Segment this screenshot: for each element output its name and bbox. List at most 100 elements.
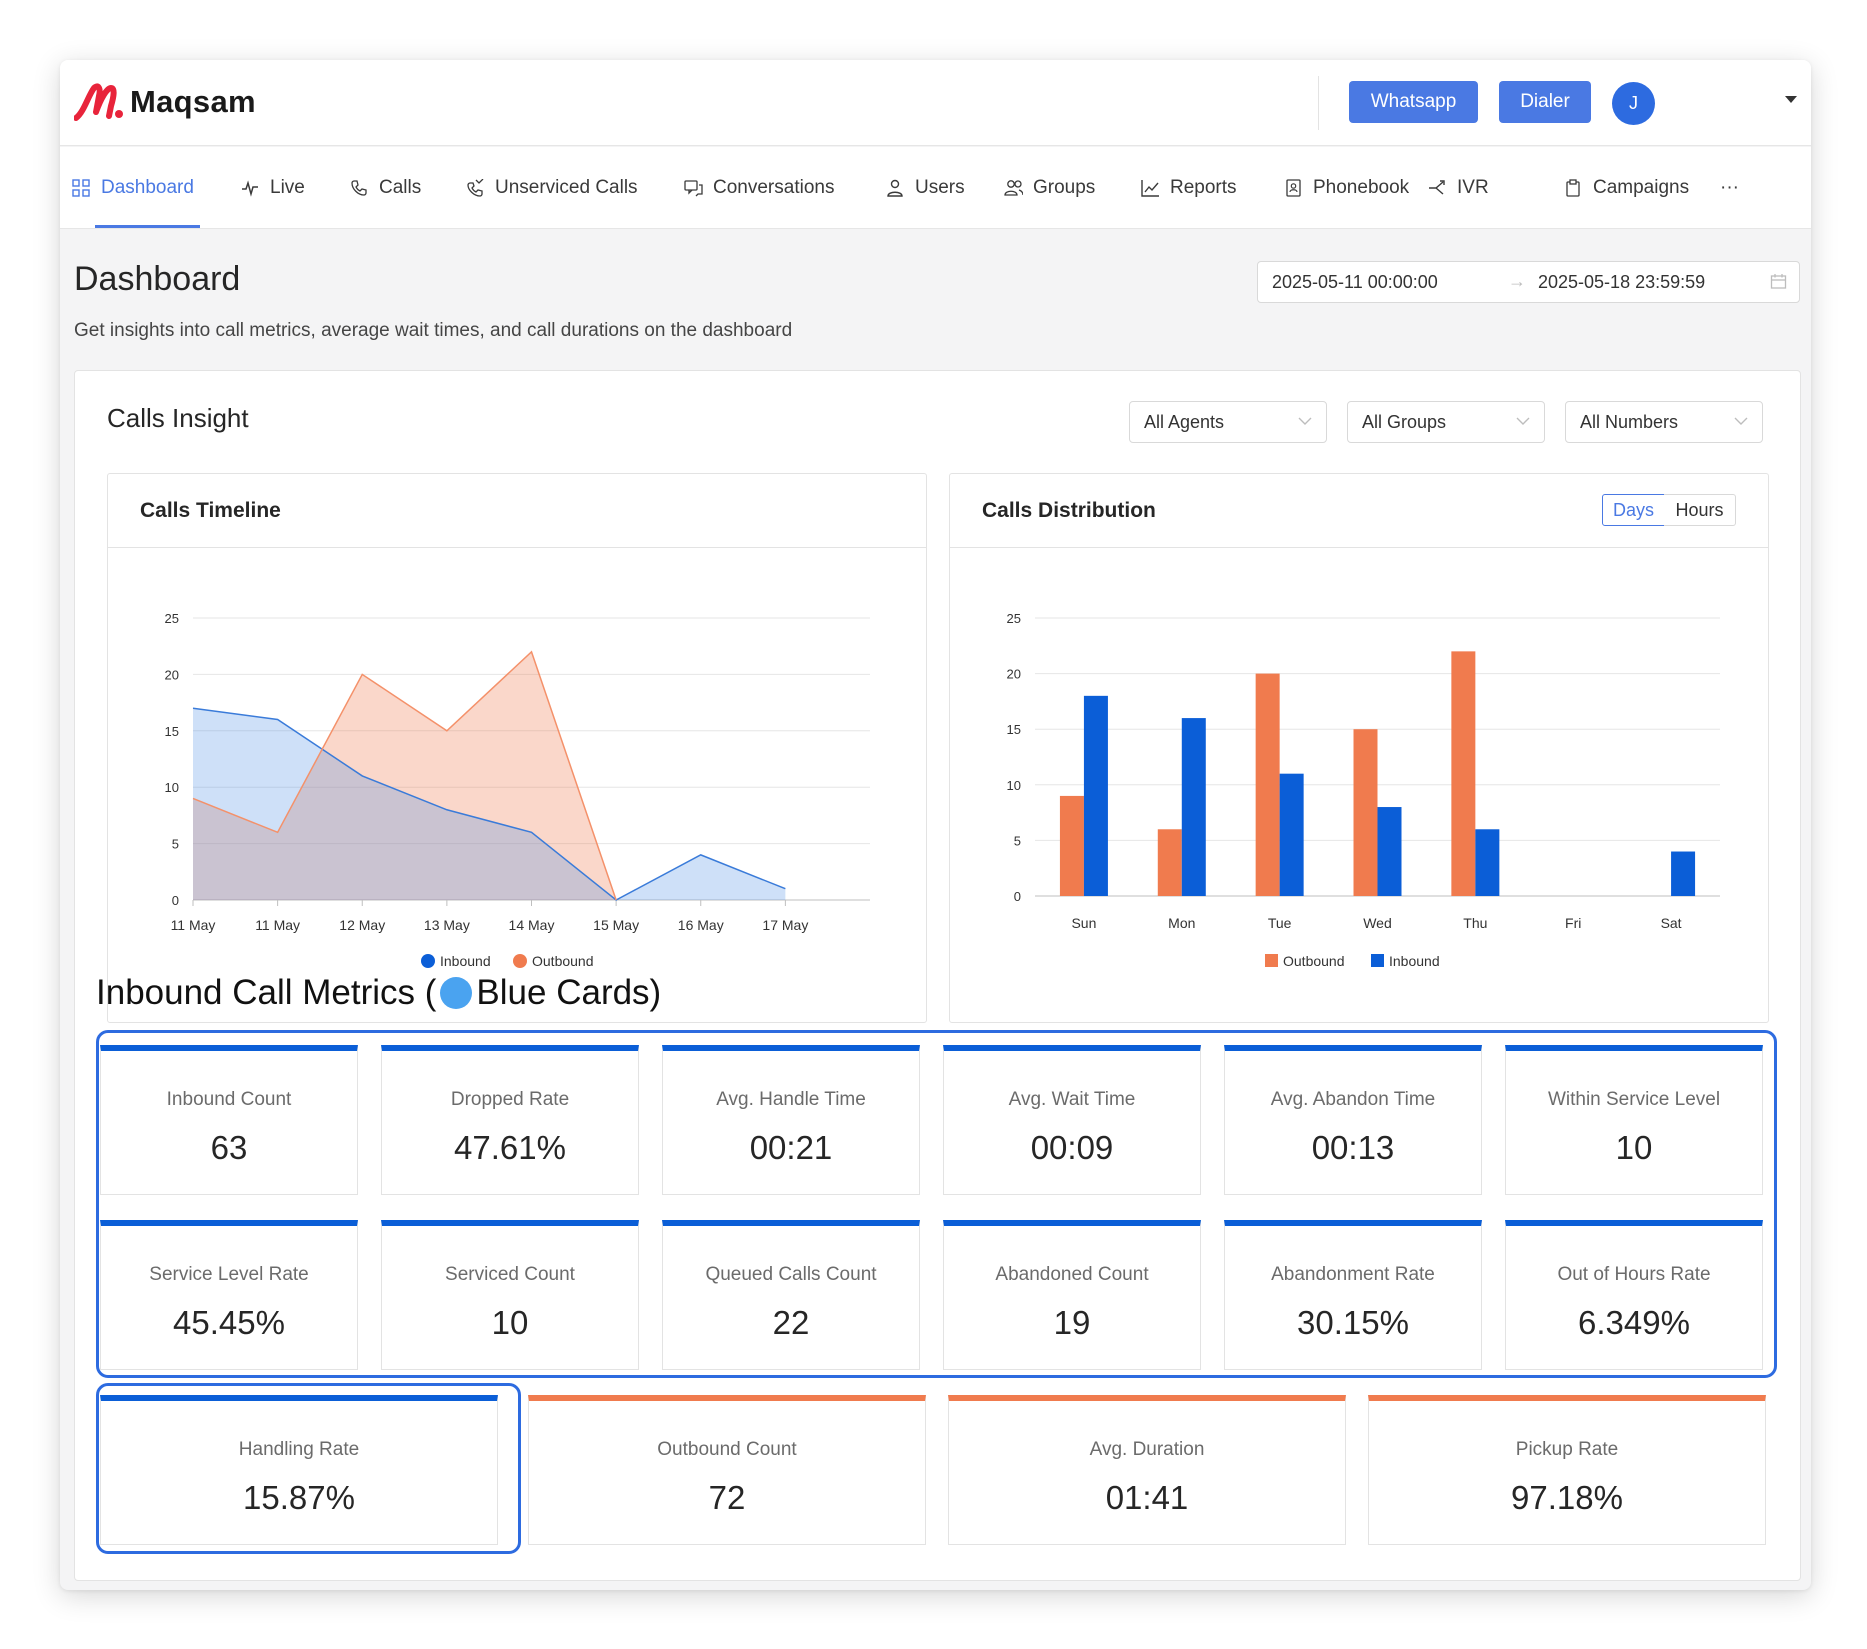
- arrow-right-icon: →: [1508, 271, 1526, 291]
- contact-book-icon: [1286, 179, 1301, 197]
- calls-distribution-chart: 0 5 10 15 20 25 Sun Mon Tue Wed Thu Fri Sat Outbound I…: [1007, 611, 1720, 969]
- y-tick-label: 10: [165, 780, 179, 795]
- maqsam-logo-icon: [74, 83, 123, 121]
- bar-inbound: [1083, 695, 1108, 896]
- groups-select[interactable]: All Groups: [1347, 401, 1545, 443]
- calendar-icon: [1770, 274, 1787, 289]
- main-nav: Dashboard Live Calls Unserviced Calls Conver…: [60, 147, 1811, 229]
- nav-item-live[interactable]: Live: [241, 147, 305, 229]
- annotation-text-start: Inbound Call Metrics (: [96, 973, 437, 1012]
- metric-label: Outbound Count: [657, 1439, 797, 1460]
- calls-distribution-title: Calls Distribution: [982, 499, 1156, 522]
- metric-value: 97.18%: [1511, 1479, 1623, 1516]
- nav-item-groups[interactable]: Groups: [1004, 147, 1095, 229]
- y-tick-label: 5: [172, 837, 179, 852]
- legend-marker-inbound: [421, 954, 435, 968]
- legend-label-outbound: Outbound: [532, 953, 594, 969]
- nav-label: Calls: [379, 177, 422, 198]
- x-tick-label: Wed: [1363, 915, 1392, 931]
- bar-outbound: [1255, 673, 1280, 896]
- x-tick-label: Sat: [1661, 915, 1682, 931]
- numbers-select[interactable]: All Numbers: [1565, 401, 1763, 443]
- legend-label-inbound: Inbound: [1389, 953, 1440, 969]
- legend-marker-outbound: [513, 954, 527, 968]
- groups-select-value: All Groups: [1362, 412, 1447, 432]
- header-divider: [1318, 76, 1319, 130]
- toggle-hours[interactable]: Hours: [1664, 494, 1736, 526]
- x-tick-label: 15 May: [593, 917, 639, 933]
- page-title: Dashboard: [74, 260, 241, 298]
- x-tick-label: 16 May: [678, 917, 724, 933]
- nav-item-reports[interactable]: Reports: [1141, 147, 1237, 229]
- numbers-select-value: All Numbers: [1580, 412, 1679, 432]
- calls-timeline-header: Calls Timeline: [108, 474, 926, 548]
- bar-outbound: [1451, 651, 1476, 896]
- date-end[interactable]: 2025-05-18 23:59:59: [1538, 272, 1705, 293]
- x-tick-label: Mon: [1168, 915, 1195, 931]
- toggle-days[interactable]: Days: [1602, 494, 1665, 526]
- y-tick-label: 15: [1007, 722, 1021, 737]
- chat-icon: [684, 180, 703, 197]
- nav-label: Live: [270, 177, 305, 198]
- metric-card-pickup-rate: Pickup Rate 97.18%: [1368, 1395, 1766, 1545]
- nav-label: Reports: [1170, 177, 1237, 198]
- avatar[interactable]: J: [1612, 82, 1655, 125]
- phone-icon: [351, 180, 367, 196]
- x-tick-label: 11 May: [171, 917, 216, 933]
- x-tick-label: 14 May: [509, 917, 555, 933]
- agents-select[interactable]: All Agents: [1129, 401, 1327, 443]
- date-range-picker[interactable]: 2025-05-11 00:00:00 → 2025-05-18 23:59:5…: [1257, 261, 1800, 303]
- chevron-down-icon: [1298, 417, 1312, 425]
- chevron-down-icon[interactable]: [1785, 96, 1797, 103]
- bar-inbound: [1377, 807, 1402, 896]
- legend-marker-inbound: [1371, 954, 1384, 967]
- chevron-down-icon: [1734, 417, 1748, 425]
- x-tick-label: 13 May: [424, 917, 470, 933]
- x-tick-label: 12 May: [339, 917, 385, 933]
- nav-item-ivr[interactable]: IVR: [1428, 147, 1489, 229]
- metric-value: 01:41: [1105, 1479, 1189, 1516]
- calls-timeline-chart: 0 5 10 15 20 25 11 May 11 May 12 May 13 May 14 May…: [165, 611, 870, 969]
- y-tick-label: 15: [165, 724, 179, 739]
- nav-item-conversations[interactable]: Conversations: [684, 147, 834, 229]
- calls-timeline-title: Calls Timeline: [140, 499, 281, 522]
- y-tick-label: 0: [172, 893, 179, 908]
- nav-label: IVR: [1457, 177, 1489, 198]
- nav-item-users[interactable]: Users: [886, 147, 965, 229]
- bar-inbound: [1279, 773, 1304, 896]
- bar-outbound: [1157, 829, 1182, 896]
- calls-distribution-card: Calls Distribution Days Hours 0 5 10 15 20 25…: [949, 473, 1769, 1023]
- nav-item-phonebook[interactable]: Phonebook: [1284, 147, 1409, 229]
- x-tick-label: 17 May: [762, 917, 808, 933]
- top-bar: Maqsam Whatsapp Dialer J: [60, 60, 1811, 146]
- agents-select-value: All Agents: [1144, 412, 1225, 432]
- metric-card-outbound-count: Outbound Count 72: [528, 1395, 926, 1545]
- bar-outbound: [1353, 729, 1378, 896]
- user-icon: [887, 179, 903, 197]
- y-tick-label: 25: [1007, 611, 1021, 626]
- date-start[interactable]: 2025-05-11 00:00:00: [1272, 272, 1438, 293]
- nav-label: Unserviced Calls: [495, 177, 638, 198]
- nav-label: Campaigns: [1593, 177, 1690, 198]
- metric-label: Pickup Rate: [1515, 1439, 1619, 1460]
- metric-card-avg-duration: Avg. Duration 01:41: [948, 1395, 1346, 1545]
- x-tick-label: Sun: [1071, 915, 1096, 931]
- nav-item-unserviced-calls[interactable]: Unserviced Calls: [466, 147, 638, 229]
- handling-rate-highlight: [96, 1383, 521, 1554]
- nav-label: Conversations: [713, 177, 835, 198]
- nav-item-more[interactable]: ···: [1720, 147, 1739, 229]
- bar-outbound: [1059, 795, 1084, 896]
- nav-item-calls[interactable]: Calls: [350, 147, 421, 229]
- dialer-button[interactable]: Dialer: [1499, 81, 1591, 123]
- x-tick-label: Tue: [1268, 915, 1292, 931]
- calls-distribution-header: Calls Distribution Days Hours: [950, 474, 1768, 548]
- brand-logo[interactable]: Maqsam: [74, 82, 256, 122]
- legend-marker-outbound: [1265, 954, 1278, 967]
- nav-item-campaigns[interactable]: Campaigns: [1564, 147, 1689, 229]
- inbound-metrics-annotation: Inbound Call Metrics ( Blue Cards): [96, 973, 661, 1013]
- whatsapp-button[interactable]: Whatsapp: [1349, 81, 1478, 123]
- x-tick-label: 11 May: [255, 917, 300, 933]
- nav-label: Dashboard: [101, 177, 194, 198]
- grid-icon: [72, 179, 90, 197]
- nav-item-dashboard[interactable]: Dashboard: [72, 147, 194, 229]
